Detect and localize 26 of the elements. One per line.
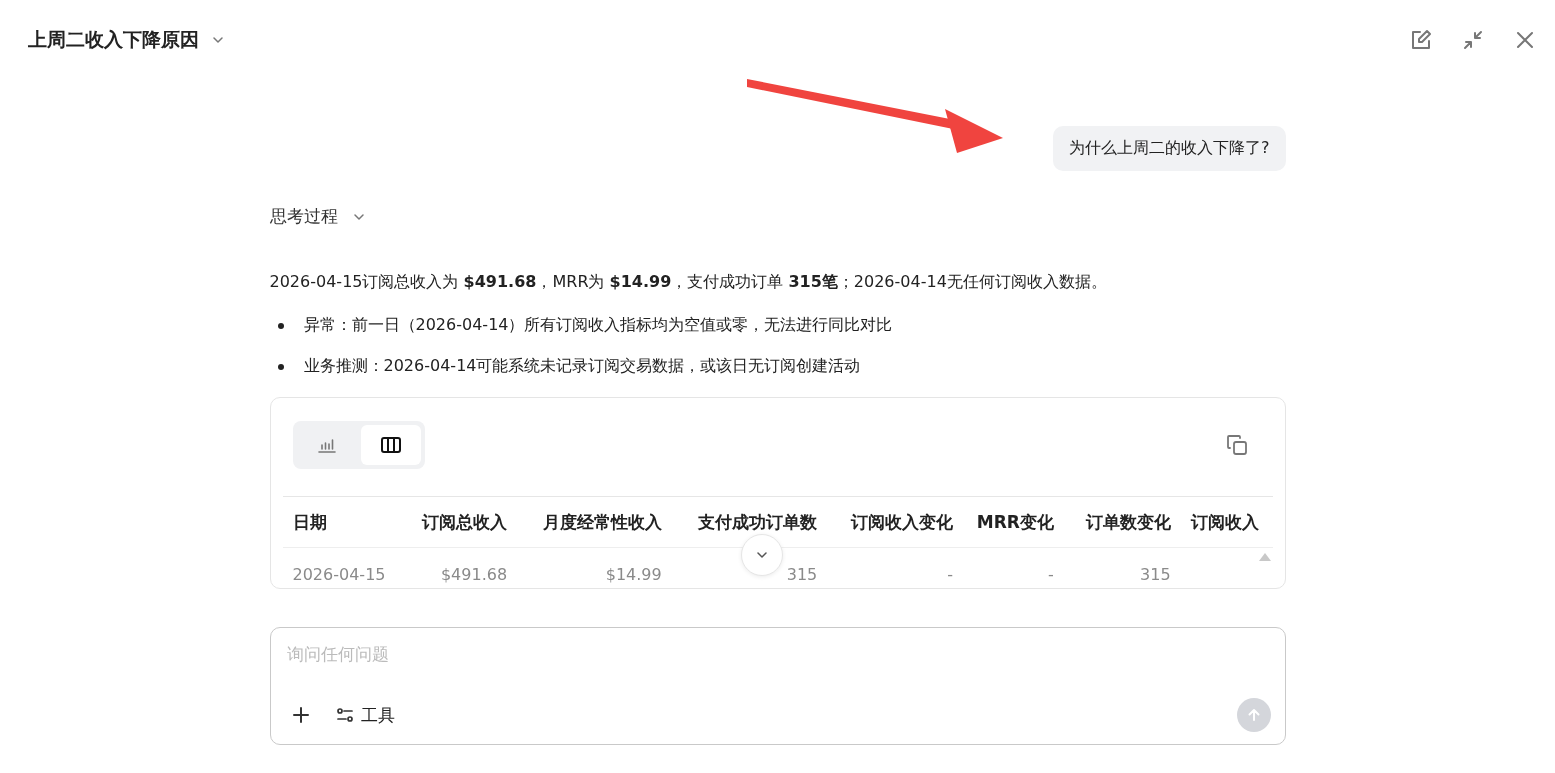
bullet-dot-icon bbox=[277, 322, 284, 329]
column-header: 订单数变化 bbox=[1085, 511, 1171, 532]
tools-button[interactable]: 工具 bbox=[334, 703, 395, 727]
table-cell: - bbox=[947, 564, 953, 584]
thinking-process-toggle[interactable]: 思考过程 bbox=[269, 205, 366, 228]
table-cell: 315 bbox=[786, 564, 818, 584]
table-cell: 2026-04-15 bbox=[292, 564, 386, 584]
summary-paragraph: 2026-04-15订阅总收入为 $491.68，MRR为 $14.99，支付成功订单 315笔；2026-04-14无任何订阅收入数据。 bbox=[269, 272, 1108, 293]
user-message-bubble: 为什么上周二的收入下降了? bbox=[1053, 126, 1286, 171]
bullet-dot-icon bbox=[277, 363, 284, 370]
column-header: MRR变化 bbox=[976, 511, 1054, 532]
column-header: 支付成功订单数 bbox=[698, 511, 818, 532]
table-cell: $14.99 bbox=[605, 564, 662, 584]
table-view-button[interactable] bbox=[360, 425, 421, 465]
bullet-text: 业务推测：2026-04-14可能系统未记录订阅交易数据，或该日无订阅创建活动 bbox=[303, 356, 861, 377]
conversation-title-dropdown[interactable]: 上周二收入下降原因 bbox=[28, 27, 225, 53]
column-header: 日期 bbox=[292, 511, 327, 532]
bullet-text: 异常：前一日（2026-04-14）所有订阅收入指标均为空值或零，无法进行同比对比 bbox=[303, 315, 893, 336]
table-cell: $491.68 bbox=[440, 564, 508, 584]
column-header: 月度经常性收入 bbox=[542, 511, 662, 532]
column-header: 订阅收入 bbox=[1190, 511, 1259, 532]
column-header: 订阅总收入 bbox=[422, 511, 508, 532]
table-cell: - bbox=[1048, 564, 1054, 584]
table-cell: 315 bbox=[1140, 564, 1171, 584]
column-header: 订阅收入变化 bbox=[850, 511, 953, 532]
sliders-icon bbox=[334, 705, 355, 725]
